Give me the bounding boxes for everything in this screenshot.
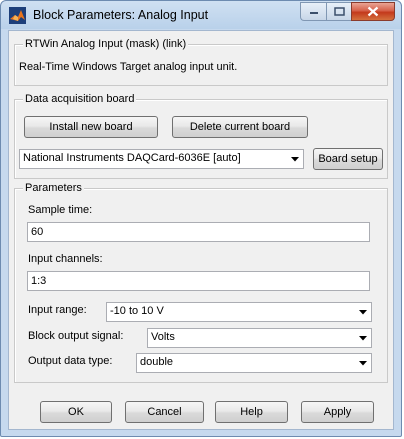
close-button[interactable] [351,2,395,21]
output-signal-select[interactable]: Volts [147,328,372,348]
help-button[interactable]: Help [215,401,288,423]
chevron-down-icon[interactable] [286,150,303,168]
output-type-value: double [140,356,174,368]
ok-button[interactable]: OK [40,401,112,423]
board-legend: Data acquisition board [23,92,137,106]
mask-description: Real-Time Windows Target analog input un… [19,61,238,73]
minimize-button[interactable] [300,2,326,21]
dialog-window: Block Parameters: Analog Input RTWin Ana… [0,0,402,437]
parameters-legend: Parameters [23,181,84,195]
minimize-icon [309,11,318,14]
dialog-client: RTWin Analog Input (mask) (link) Real-Ti… [8,30,394,430]
input-range-label: Input range: [28,304,87,316]
install-board-button[interactable]: Install new board [24,116,158,138]
board-group: Data acquisition board Install new board… [14,92,388,179]
board-select[interactable]: National Instruments DAQCard-6036E [auto… [19,149,304,169]
board-select-value: National Instruments DAQCard-6036E [auto… [23,152,241,164]
chevron-down-icon[interactable] [354,329,371,347]
chevron-down-icon[interactable] [354,354,371,372]
cancel-button[interactable]: Cancel [125,401,204,423]
sample-time-label: Sample time: [28,204,93,216]
output-signal-value: Volts [151,331,175,343]
board-setup-button[interactable]: Board setup [313,148,383,170]
delete-board-button[interactable]: Delete current board [172,116,308,138]
close-icon [367,6,379,17]
input-range-value: -10 to 10 V [110,305,164,317]
caption-buttons [300,2,395,22]
parameters-group: Parameters Sample time: 60 Input channel… [14,181,388,383]
matlab-icon [9,7,26,24]
input-channels-label: Input channels: [28,253,103,265]
title-bar[interactable]: Block Parameters: Analog Input [1,1,401,29]
output-type-select[interactable]: double [136,353,372,373]
output-type-label: Output data type: [28,355,113,367]
input-channels-input[interactable]: 1:3 [27,271,370,291]
input-range-select[interactable]: -10 to 10 V [106,302,372,322]
mask-legend: RTWin Analog Input (mask) (link) [23,37,189,51]
chevron-down-icon[interactable] [354,303,371,321]
mask-group: RTWin Analog Input (mask) (link) Real-Ti… [14,37,388,86]
sample-time-input[interactable]: 60 [27,222,370,242]
window-title: Block Parameters: Analog Input [33,8,209,22]
output-signal-label: Block output signal: [28,330,124,342]
maximize-icon [333,7,345,16]
apply-button[interactable]: Apply [301,401,374,423]
maximize-button[interactable] [326,2,351,21]
